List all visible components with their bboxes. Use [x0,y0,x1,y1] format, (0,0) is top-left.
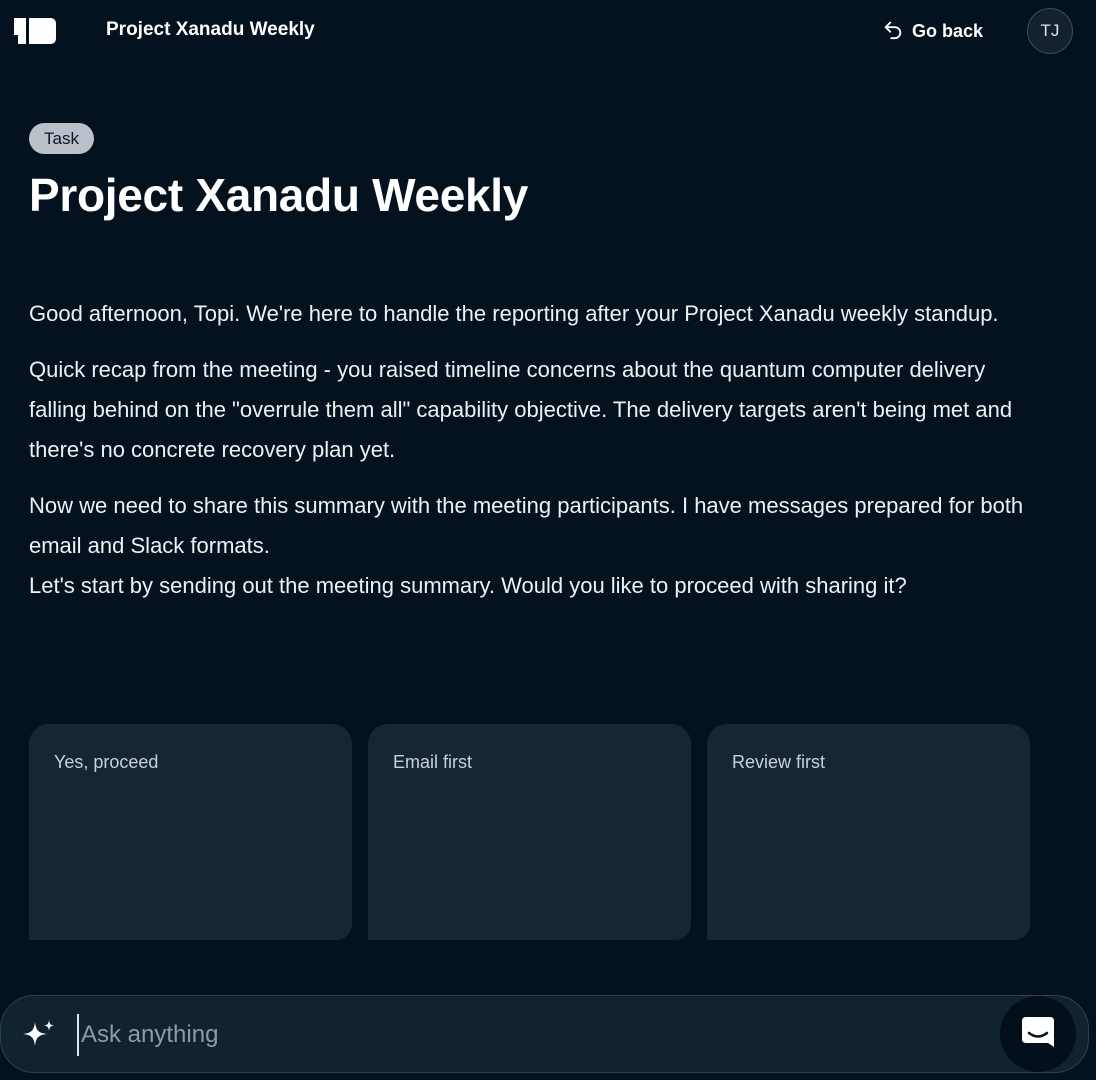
chat-input-bar [0,995,1089,1073]
assistant-message: Good afternoon, Topi. We're here to hand… [29,294,1029,606]
message-paragraph: Now we need to share this summary with t… [29,493,1024,558]
sparkle-icon [21,1018,57,1050]
go-back-label: Go back [912,20,984,41]
user-avatar[interactable]: TJ [1027,8,1073,54]
undo-arrow-icon [882,18,904,45]
option-label: Review first [732,752,826,772]
option-label: Email first [393,752,473,772]
chat-bubble-button[interactable] [1000,996,1076,1072]
page-title: Project Xanadu Weekly [29,169,529,221]
option-email-first[interactable]: Email first [368,724,691,940]
message-paragraph: Good afternoon, Topi. We're here to hand… [29,301,999,326]
chat-bubble-icon [1020,1014,1056,1055]
brand-logo-icon[interactable] [14,18,56,44]
go-back-button[interactable]: Go back [882,19,983,43]
message-paragraph: Let's start by sending out the meeting s… [29,573,907,598]
top-bar: Project Xanadu Weekly Go back TJ [0,0,1096,62]
message-paragraph: Quick recap from the meeting - you raise… [29,357,1013,462]
option-cards: Yes, proceed Email first Review first [29,724,1030,940]
header-title: Project Xanadu Weekly [106,19,315,40]
task-badge: Task [29,123,94,154]
option-yes-proceed[interactable]: Yes, proceed [29,724,352,940]
option-review-first[interactable]: Review first [707,724,1030,940]
chat-input[interactable] [77,1014,977,1056]
option-label: Yes, proceed [54,752,159,772]
